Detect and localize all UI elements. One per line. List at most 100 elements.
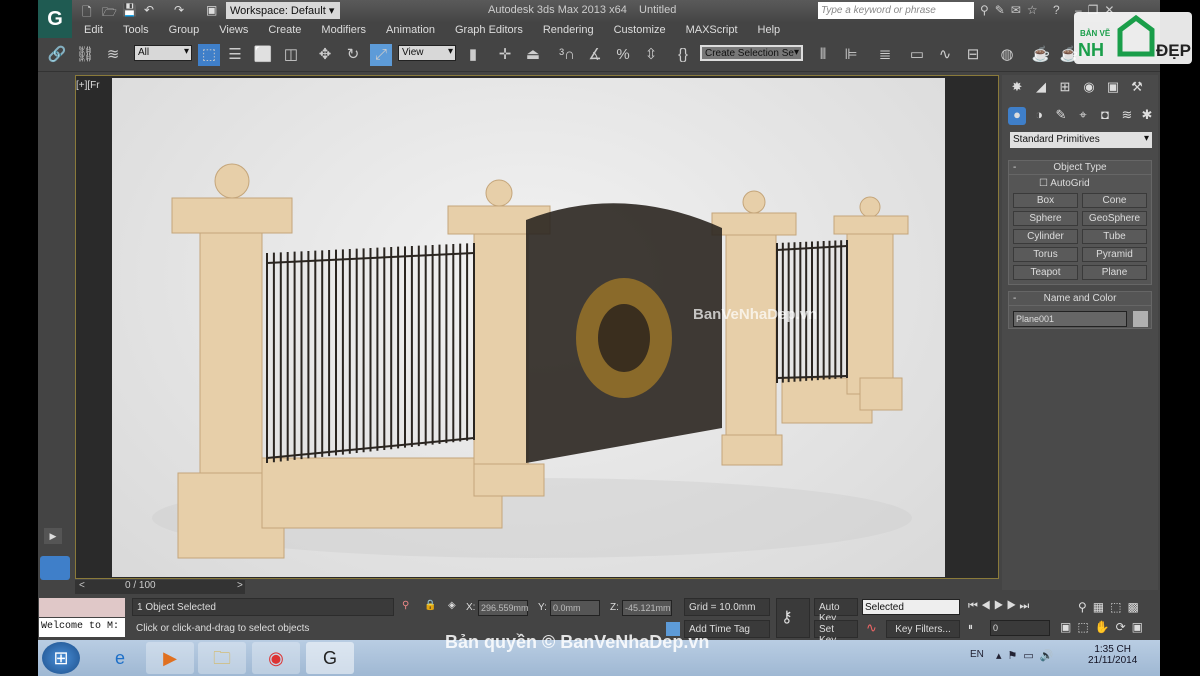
menu-create[interactable]: Create	[258, 22, 311, 39]
time-slider[interactable]: < 0 / 100 >	[75, 580, 245, 594]
isolate-selection-icon[interactable]: ⚲	[402, 600, 409, 611]
rollout-header[interactable]: Name and Color	[1009, 292, 1151, 306]
geometry-icon[interactable]: ●	[1008, 107, 1026, 125]
select-object-icon[interactable]: ⬚	[198, 44, 220, 66]
file-explorer-icon[interactable]: 🗀	[198, 642, 246, 674]
redo-icon[interactable]: ↷	[174, 3, 184, 17]
move-icon[interactable]: ✥	[314, 44, 336, 66]
spinner-snap-icon[interactable]: ⇳	[640, 44, 662, 66]
angle-snap-icon[interactable]: ∡	[584, 44, 606, 66]
systems-icon[interactable]: ✱	[1138, 107, 1156, 125]
viewport-layout-button[interactable]	[40, 556, 70, 580]
absolute-mode-icon[interactable]: ◈	[448, 600, 456, 611]
shapes-icon[interactable]: ◑	[1030, 107, 1048, 125]
modify-tab-icon[interactable]: ◢	[1032, 79, 1050, 97]
playback-controls[interactable]: ⏮◀▶▶⏭	[968, 600, 1032, 613]
object-color-swatch[interactable]	[1133, 311, 1148, 327]
scene-explorer-icon[interactable]: ▭	[906, 44, 928, 66]
key-mode-dropdown[interactable]: Selected	[862, 599, 960, 615]
layer-manager-icon[interactable]: ≣	[874, 44, 896, 66]
material-editor-icon[interactable]: ◍	[996, 44, 1018, 66]
menu-maxscript[interactable]: MAXScript	[676, 22, 748, 39]
menu-group[interactable]: Group	[159, 22, 210, 39]
time-config-icon[interactable]: ⏸	[968, 622, 973, 633]
set-key-button[interactable]: Set Key	[814, 620, 858, 646]
menu-graph-editors[interactable]: Graph Editors	[445, 22, 533, 39]
teapot-button[interactable]: Teapot	[1013, 265, 1078, 280]
viewport-label[interactable]: [+][Fr	[76, 80, 100, 91]
utilities-tab-icon[interactable]: ⚒	[1128, 79, 1146, 97]
cylinder-button[interactable]: Cylinder	[1013, 229, 1078, 244]
selection-lock-icon[interactable]: 🔒	[424, 600, 436, 611]
start-button[interactable]: ⊞	[42, 642, 80, 674]
language-indicator[interactable]: EN	[970, 649, 984, 660]
next-frame-button[interactable]: >	[237, 580, 243, 591]
save-icon[interactable]: 💾	[122, 3, 137, 17]
mirror-icon[interactable]: ⫴	[812, 44, 834, 66]
category-dropdown[interactable]: Standard Primitives	[1010, 132, 1152, 148]
geosphere-button[interactable]: GeoSphere	[1082, 211, 1147, 226]
prev-frame-button[interactable]: <	[79, 580, 85, 591]
lights-icon[interactable]: ✎	[1052, 107, 1070, 125]
snap-toggle-icon[interactable]: ³∩	[556, 44, 578, 66]
create-tab-icon[interactable]: ✸	[1008, 79, 1026, 97]
torus-button[interactable]: Torus	[1013, 247, 1078, 262]
open-file-icon[interactable]: 🗁	[102, 3, 117, 24]
viewport-render[interactable]	[112, 78, 945, 577]
schematic-view-icon[interactable]: ⊟	[962, 44, 984, 66]
chrome-icon[interactable]: ◉	[252, 642, 300, 674]
tube-button[interactable]: Tube	[1082, 229, 1147, 244]
window-crossing-icon[interactable]: ◫	[280, 44, 302, 66]
app-logo-button[interactable]: G	[38, 0, 72, 38]
new-file-icon[interactable]: 🗋	[82, 3, 92, 24]
render-setup-icon[interactable]: ☕	[1030, 44, 1052, 66]
cone-button[interactable]: Cone	[1082, 193, 1147, 208]
viewport-navigation-icons-2[interactable]: ▣⬚✋⟳▣	[1060, 620, 1149, 634]
display-tab-icon[interactable]: ▣	[1104, 79, 1122, 97]
selection-filter-dropdown[interactable]: All	[134, 45, 192, 61]
undo-icon[interactable]: ↶	[144, 3, 154, 17]
clock[interactable]: 1:35 CH 21/11/2014	[1088, 644, 1137, 666]
search-input[interactable]: Type a keyword or phrase	[818, 2, 974, 19]
space-warps-icon[interactable]: ≋	[1118, 107, 1136, 125]
hierarchy-tab-icon[interactable]: ⊞	[1056, 79, 1074, 97]
tray-icons[interactable]: ▴⚑▭🔊	[996, 649, 1059, 662]
helpers-icon[interactable]: ◘	[1096, 107, 1114, 125]
scale-icon[interactable]: ⤢	[370, 44, 392, 66]
x-coordinate-input[interactable]: 296.559mm	[478, 600, 529, 616]
percent-snap-icon[interactable]: %	[612, 44, 634, 66]
media-player-icon[interactable]: ▶	[146, 642, 194, 674]
key-filters-button[interactable]: Key Filters...	[886, 620, 960, 638]
menu-rendering[interactable]: Rendering	[533, 22, 604, 39]
rollout-header[interactable]: Object Type	[1009, 161, 1151, 175]
pyramid-button[interactable]: Pyramid	[1082, 247, 1147, 262]
current-frame-input[interactable]: 0	[990, 620, 1050, 636]
auto-key-button[interactable]: Auto Key	[814, 598, 858, 624]
cameras-icon[interactable]: ⌖	[1074, 107, 1092, 125]
menu-views[interactable]: Views	[209, 22, 258, 39]
menu-help[interactable]: Help	[748, 22, 791, 39]
workspace-dropdown[interactable]: Workspace: Default ▾	[226, 2, 340, 19]
y-coordinate-input[interactable]: 0.0mm	[550, 600, 600, 616]
expand-track-bar-icon[interactable]: ▶	[44, 528, 62, 544]
rotate-icon[interactable]: ↻	[342, 44, 364, 66]
link-icon[interactable]: 🔗	[46, 44, 68, 66]
menu-customize[interactable]: Customize	[604, 22, 676, 39]
align-icon[interactable]: ⊫	[840, 44, 862, 66]
sphere-button[interactable]: Sphere	[1013, 211, 1078, 226]
rectangular-selection-icon[interactable]: ⬜	[252, 44, 274, 66]
curve-editor-icon[interactable]: ∿	[934, 44, 956, 66]
edit-named-selection-icon[interactable]: {}	[672, 44, 694, 66]
key-tangent-icon[interactable]: ∿	[866, 620, 877, 636]
menu-tools[interactable]: Tools	[113, 22, 159, 39]
plane-button[interactable]: Plane	[1082, 265, 1147, 280]
bind-space-warp-icon[interactable]: ≋	[102, 44, 124, 66]
internet-explorer-icon[interactable]: e	[96, 642, 144, 674]
box-button[interactable]: Box	[1013, 193, 1078, 208]
menu-animation[interactable]: Animation	[376, 22, 445, 39]
autogrid-checkbox[interactable]: ☐ AutoGrid	[1009, 175, 1151, 189]
keyboard-shortcut-icon[interactable]: ⏏	[522, 44, 544, 66]
object-name-input[interactable]: Plane001	[1013, 311, 1127, 327]
pivot-icon[interactable]: ▮	[462, 44, 484, 66]
unlink-icon[interactable]: ⛓	[74, 44, 96, 66]
